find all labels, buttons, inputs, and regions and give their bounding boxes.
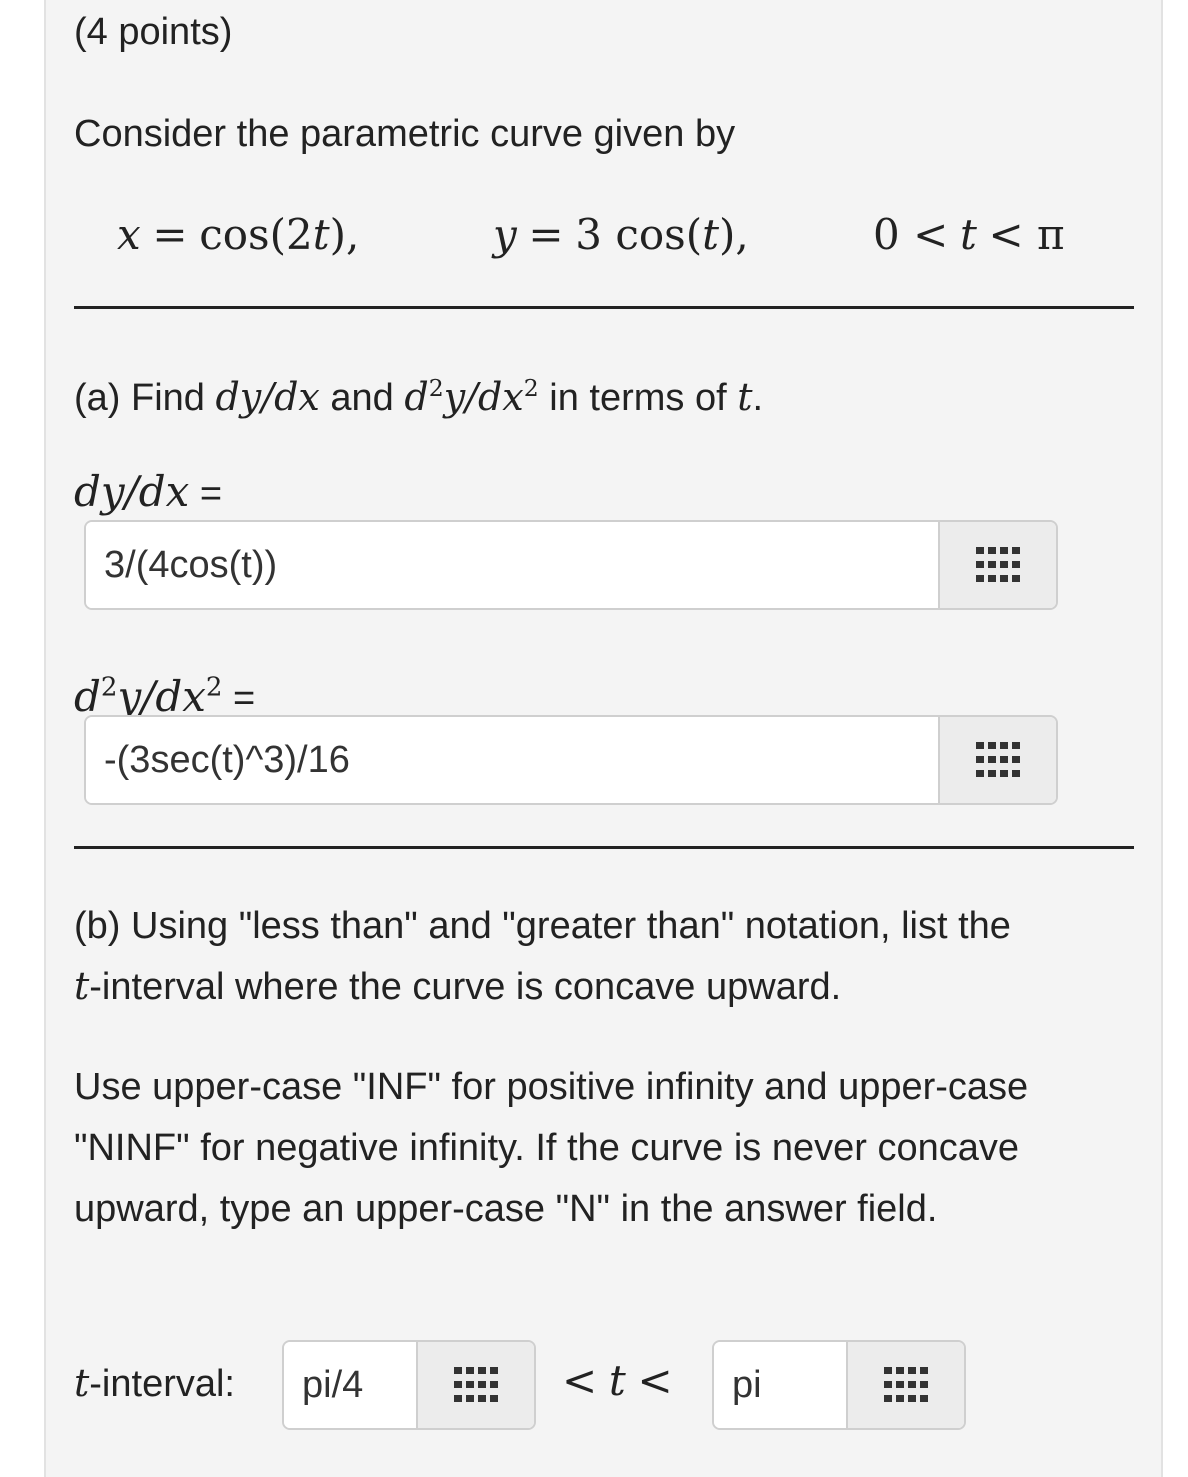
math-keypad-button[interactable] <box>938 717 1056 803</box>
dydx-answer-input[interactable] <box>86 522 938 608</box>
part-b-line2: t-interval where the curve is concave up… <box>74 964 842 1008</box>
grid-keypad-icon <box>976 547 1020 582</box>
grid-keypad-icon <box>454 1367 498 1402</box>
math-keypad-button[interactable] <box>938 522 1056 608</box>
dydx-answer-group <box>84 520 1058 610</box>
grid-keypad-icon <box>884 1367 928 1402</box>
part-b-line1: (b) Using "less than" and "greater than"… <box>74 905 1011 947</box>
points-label: (4 points) <box>74 11 233 53</box>
math-keypad-button[interactable] <box>416 1342 534 1428</box>
math-keypad-button[interactable] <box>846 1342 964 1428</box>
divider-2 <box>74 846 1134 849</box>
lower-bound-input[interactable] <box>284 1342 416 1428</box>
equation-x: x = cos(2t), <box>117 210 360 259</box>
upper-bound-group <box>712 1340 966 1430</box>
part-b-instructions: Use upper-case "INF" for positive infini… <box>74 1066 1029 1230</box>
part-a-prompt: (a) Find dy/dx and d2y/dx2 in terms of t… <box>74 374 764 420</box>
d2ydx2-answer-input[interactable] <box>86 717 938 803</box>
upper-bound-input[interactable] <box>714 1342 846 1428</box>
interval-label: t-interval: <box>74 1361 235 1405</box>
equation-domain: 0 < t < π <box>873 210 1065 259</box>
lower-bound-group <box>282 1340 536 1430</box>
grid-keypad-icon <box>976 742 1020 777</box>
equation-y: y = 3 cos(t), <box>493 210 749 259</box>
intro-text: Consider the parametric curve given by <box>74 113 736 155</box>
dydx-label: dy/dx = <box>74 467 223 516</box>
divider-1 <box>74 306 1134 309</box>
d2ydx2-answer-group <box>84 715 1058 805</box>
interval-between: < t < <box>562 1356 673 1405</box>
